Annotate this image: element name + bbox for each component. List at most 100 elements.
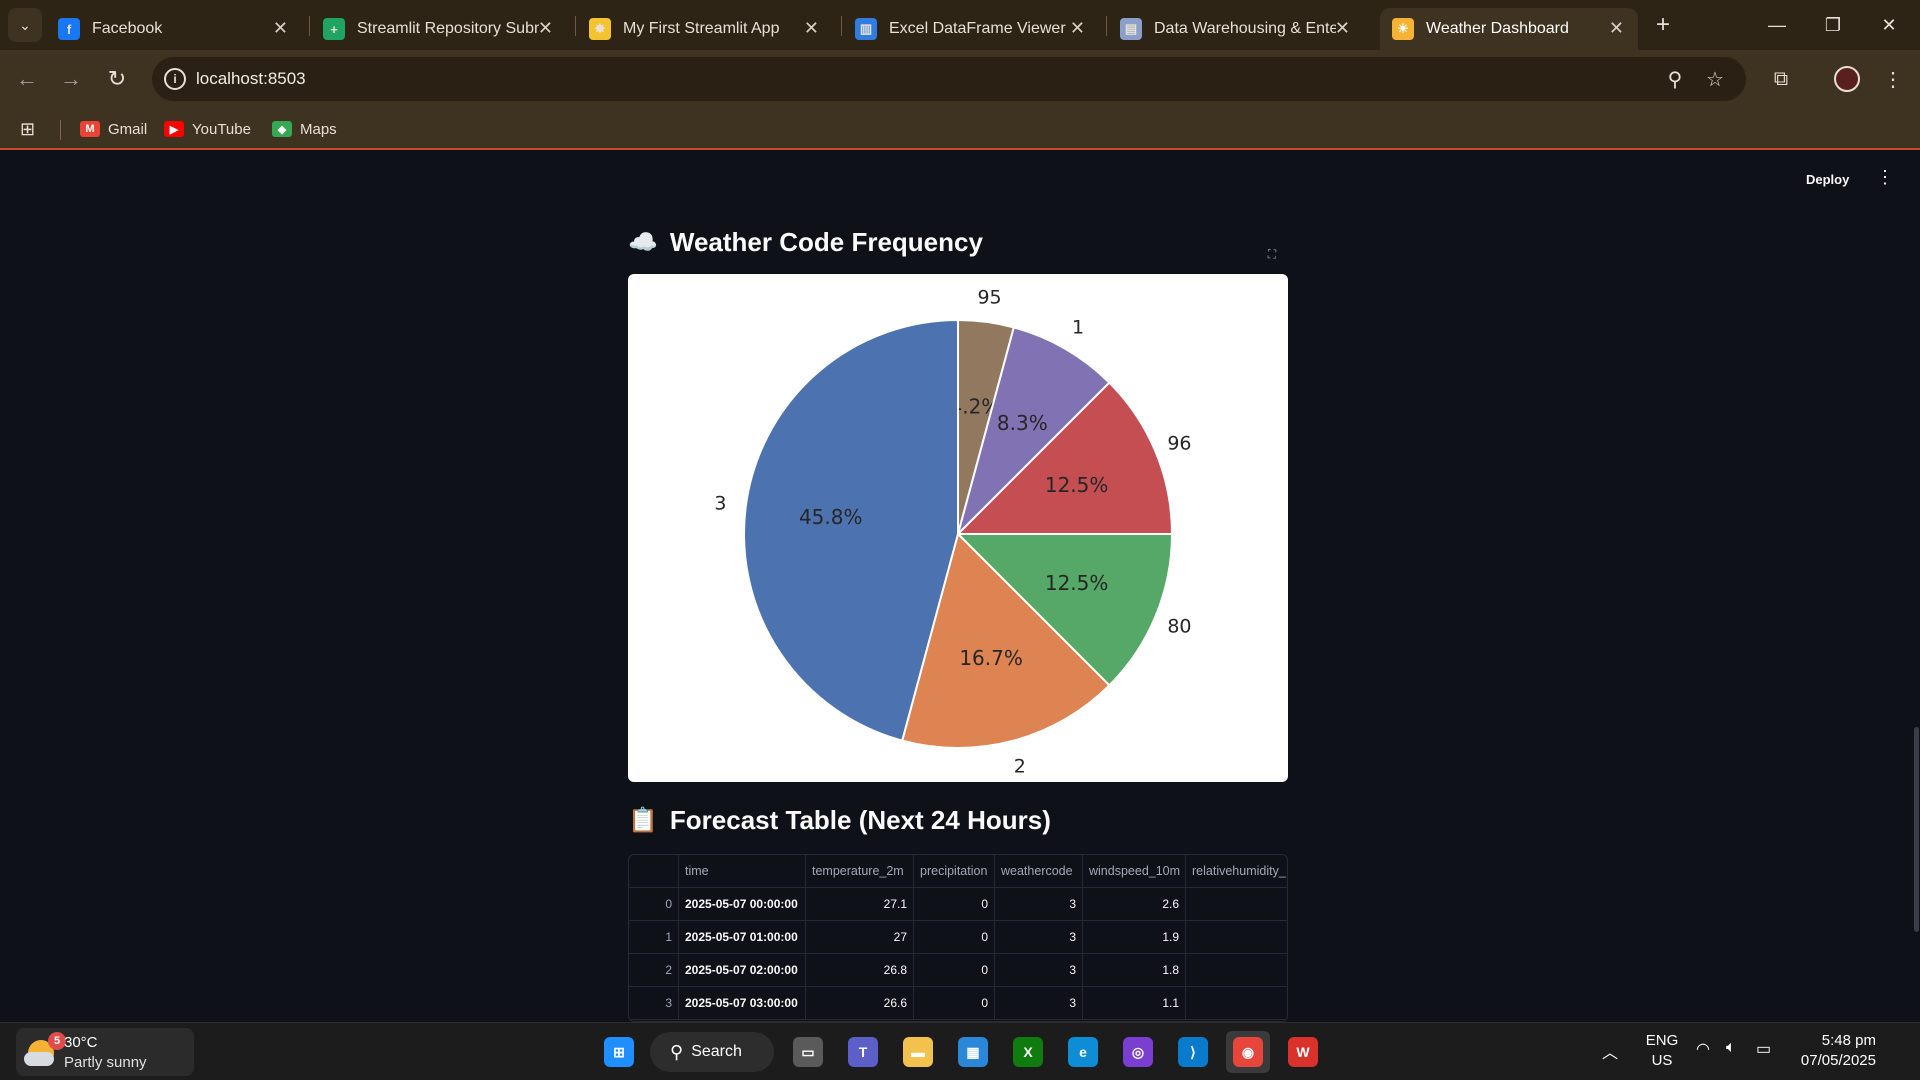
page-scrollbar[interactable]: [1914, 727, 1919, 932]
column-header[interactable]: temperature_2m: [806, 855, 914, 888]
task-view-taskbar-button[interactable]: ▭: [786, 1031, 830, 1073]
restore-icon[interactable]: ❐: [1810, 0, 1856, 50]
table-cell[interactable]: 27: [806, 921, 914, 954]
row-index: 2: [629, 954, 679, 987]
site-info-icon[interactable]: i: [164, 68, 186, 90]
table-cell[interactable]: 1.9: [1083, 921, 1186, 954]
table-cell[interactable]: 2025-05-07 01:00:00: [679, 921, 806, 954]
table-cell[interactable]: 2025-05-07 00:00:00: [679, 888, 806, 921]
sheets-icon: +: [323, 18, 345, 40]
table-cell[interactable]: 3: [995, 954, 1083, 987]
file-explorer-taskbar-button[interactable]: ▬: [896, 1031, 940, 1073]
tab-chart[interactable]: ▥ Excel DataFrame Viewer ✕: [843, 8, 1099, 50]
minimize-icon[interactable]: —: [1754, 0, 1800, 50]
system-clock[interactable]: 5:48 pm 07/05/2025: [1796, 1031, 1876, 1071]
wps-office-taskbar-button[interactable]: W: [1281, 1031, 1325, 1073]
tab-sheets[interactable]: + Streamlit Repository Submi ✕: [311, 8, 567, 50]
close-tab-icon[interactable]: ✕: [1335, 18, 1350, 39]
back-icon[interactable]: ←: [10, 62, 44, 96]
close-tab-icon[interactable]: ✕: [273, 18, 288, 39]
language-indicator[interactable]: ENG US: [1644, 1031, 1680, 1071]
column-header[interactable]: [629, 855, 679, 888]
pie-pct-label: 16.7%: [959, 646, 1023, 670]
apps-grid-icon[interactable]: ⊞: [20, 116, 35, 142]
column-header[interactable]: windspeed_10m: [1083, 855, 1186, 888]
edge-taskbar-button[interactable]: e: [1061, 1031, 1105, 1073]
forecast-table[interactable]: time temperature_2m precipitation weatherco…: [628, 854, 1288, 1022]
new-tab-button[interactable]: +: [1648, 8, 1678, 42]
table-cell[interactable]: 3: [995, 888, 1083, 921]
table-cell[interactable]: 0: [914, 987, 995, 1020]
table-cell[interactable]: 2025-05-07 03:00:00: [679, 987, 806, 1020]
close-tab-icon[interactable]: ✕: [538, 18, 553, 39]
table-row[interactable]: 2 2025-05-07 02:00:00 26.8 0 3 1.8: [629, 954, 1287, 987]
bookmark-maps[interactable]: ◆ Maps: [272, 116, 337, 142]
column-header[interactable]: weathercode: [995, 855, 1083, 888]
tab-weather[interactable]: ☀ Weather Dashboard ✕: [1380, 8, 1638, 50]
window-close-icon[interactable]: ✕: [1866, 0, 1912, 50]
profile-avatar[interactable]: [1832, 64, 1862, 94]
close-tab-icon[interactable]: ✕: [1609, 18, 1624, 39]
table-cell[interactable]: 27.1: [806, 888, 914, 921]
bookmark-star-icon[interactable]: ☆: [1700, 64, 1730, 94]
tab-title: Weather Dashboard: [1426, 20, 1569, 37]
wps-office-icon: W: [1288, 1037, 1318, 1067]
browser-menu-icon[interactable]: ⋮: [1878, 64, 1908, 94]
table-cell[interactable]: 0: [914, 954, 995, 987]
app-menu-icon[interactable]: ⋮: [1876, 168, 1894, 186]
table-row[interactable]: 1 2025-05-07 01:00:00 27 0 3 1.9: [629, 921, 1287, 954]
table-cell[interactable]: [1186, 954, 1287, 987]
address-bar-url[interactable]: localhost:8503: [196, 69, 306, 89]
table-cell[interactable]: 1.8: [1083, 954, 1186, 987]
copilot-app-taskbar-button[interactable]: ◎: [1116, 1031, 1160, 1073]
chrome-taskbar-button[interactable]: ◉: [1226, 1031, 1270, 1073]
table-cell[interactable]: [1186, 921, 1287, 954]
windows-start-taskbar-button[interactable]: ⊞: [597, 1031, 641, 1073]
reload-icon[interactable]: ↻: [100, 62, 134, 96]
battery-icon[interactable]: ▭: [1756, 1039, 1771, 1059]
table-cell[interactable]: [1186, 987, 1287, 1020]
table-cell[interactable]: 0: [914, 888, 995, 921]
fullscreen-icon[interactable]: ⛶: [1262, 244, 1282, 264]
row-index: 0: [629, 888, 679, 921]
bookmark-gmail[interactable]: M Gmail: [80, 116, 147, 142]
tab-search-dropdown-icon[interactable]: ⌄: [8, 8, 42, 42]
table-cell[interactable]: 0: [914, 921, 995, 954]
bookmark-youtube[interactable]: ▶ YouTube: [164, 116, 251, 142]
ms-store-taskbar-button[interactable]: ▦: [951, 1031, 995, 1073]
table-cell[interactable]: 26.8: [806, 954, 914, 987]
deploy-button[interactable]: Deploy: [1806, 172, 1849, 187]
xbox-taskbar-button[interactable]: X: [1006, 1031, 1050, 1073]
tab-docs[interactable]: ▤ Data Warehousing & Enter ✕: [1108, 8, 1364, 50]
tab-facebook[interactable]: f Facebook ✕: [46, 8, 302, 50]
forward-icon[interactable]: →: [54, 62, 88, 96]
close-tab-icon[interactable]: ✕: [1070, 18, 1085, 39]
volume-icon[interactable]: 🔈︎: [1726, 1039, 1736, 1057]
teams-taskbar-button[interactable]: T: [841, 1031, 885, 1073]
table-cell[interactable]: [1186, 888, 1287, 921]
table-cell[interactable]: 2.6: [1083, 888, 1186, 921]
table-cell[interactable]: 2025-05-07 02:00:00: [679, 954, 806, 987]
vscode-taskbar-button[interactable]: ⟩: [1171, 1031, 1215, 1073]
close-tab-icon[interactable]: ✕: [804, 18, 819, 39]
column-header[interactable]: relativehumidity_: [1186, 855, 1287, 888]
tray-chevron-up-icon[interactable]: ︿: [1602, 1039, 1618, 1063]
table-cell[interactable]: 3: [995, 987, 1083, 1020]
column-header[interactable]: precipitation: [914, 855, 995, 888]
weather-widget[interactable]: 5 30°C Partly sunny: [16, 1028, 194, 1076]
streamlit-app: Deploy ⋮ ☁️ Weather Code Frequency ⛶ 4.2…: [0, 152, 1920, 1022]
tab-sparkle[interactable]: ✸ My First Streamlit App ✕: [577, 8, 833, 50]
extensions-icon[interactable]: ⧉: [1766, 64, 1796, 94]
column-header[interactable]: time: [679, 855, 806, 888]
taskbar-search[interactable]: ⚲ Search: [650, 1032, 774, 1072]
pie-chart-container: 4.2% 95 8.3% 1 12.5% 96 12.5% 80 16.7% 2 45.8% 3: [628, 274, 1288, 782]
address-bar[interactable]: i localhost:8503 ⚲ ☆: [152, 57, 1746, 101]
table-cell[interactable]: 26.6: [806, 987, 914, 1020]
pie-category-label: 95: [977, 286, 1001, 308]
table-row[interactable]: 0 2025-05-07 00:00:00 27.1 0 3 2.6: [629, 888, 1287, 921]
table-cell[interactable]: 1.1: [1083, 987, 1186, 1020]
table-row[interactable]: 3 2025-05-07 03:00:00 26.6 0 3 1.1: [629, 987, 1287, 1020]
zoom-icon[interactable]: ⚲: [1660, 64, 1690, 94]
table-cell[interactable]: 3: [995, 921, 1083, 954]
wifi-icon[interactable]: ◠: [1696, 1039, 1710, 1059]
